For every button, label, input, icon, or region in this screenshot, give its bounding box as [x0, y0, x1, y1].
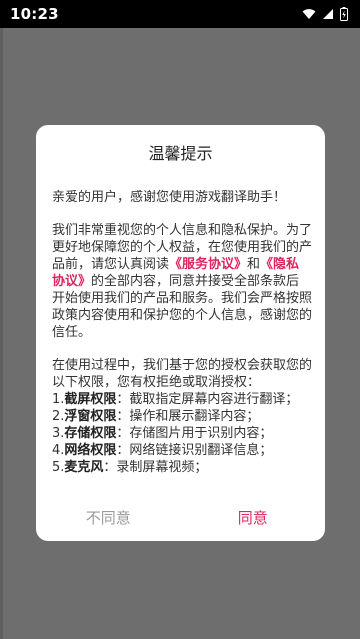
greeting-text: 亲爱的用户，感谢您使用游戏翻译助手！: [52, 190, 287, 205]
agree-button[interactable]: 同意: [181, 503, 326, 533]
permission-name: 麦克风: [64, 460, 104, 475]
status-icons: [302, 7, 348, 21]
permission-name: 截屏权限: [64, 392, 117, 407]
permission-name: 网络权限: [64, 443, 117, 458]
permission-desc: ：网络链接识别翻译信息；: [116, 443, 273, 458]
status-bar: 10:23: [0, 0, 360, 28]
permission-number: 5.: [52, 460, 65, 475]
permission-number: 3.: [52, 426, 65, 441]
permission-desc: ：操作和展示翻译内容；: [116, 409, 260, 424]
permission-desc: ：录制屏幕视频；: [103, 460, 208, 475]
wifi-icon: [302, 9, 316, 19]
permission-desc: ：存储图片用于识别内容；: [116, 426, 273, 441]
permission-item: 5.麦克风：录制屏幕视频；: [52, 459, 312, 476]
permission-item: 3.存储权限：存储图片用于识别内容；: [52, 425, 312, 442]
permission-number: 1.: [52, 392, 65, 407]
permission-number: 4.: [52, 443, 65, 458]
permission-number: 2.: [52, 409, 65, 424]
status-time: 10:23: [10, 5, 59, 23]
permission-name: 浮窗权限: [64, 409, 117, 424]
permission-item: 4.网络权限：网络链接识别翻译信息；: [52, 442, 312, 459]
dialog-content: 亲爱的用户，感谢您使用游戏翻译助手！ 我们非常重视您的个人信息和隐私保护。为了更…: [52, 189, 312, 476]
battery-icon: [340, 7, 348, 21]
permission-desc: ：截取指定屏幕内容进行翻译；: [116, 392, 299, 407]
permission-item: 1.截屏权限：截取指定屏幕内容进行翻译；: [52, 391, 312, 408]
privacy-dialog: 温馨提示 亲爱的用户，感谢您使用游戏翻译助手！ 我们非常重视您的个人信息和隐私保…: [36, 125, 325, 541]
service-agreement-link[interactable]: 《服务协议》: [169, 257, 247, 272]
and-text: 和: [247, 257, 261, 272]
privacy-text-part2: 的全部内容，同意并接受全部条款后开始使用我们的产品和服务。我们会严格按照政策内容…: [52, 274, 313, 340]
privacy-paragraph: 我们非常重视您的个人信息和隐私保护。为了更好地保障您的个人权益，在您使用我们的产…: [52, 222, 312, 341]
dialog-actions: 不同意 同意: [36, 503, 325, 533]
signal-icon: [323, 9, 333, 19]
disagree-button[interactable]: 不同意: [36, 503, 181, 533]
background-overlay-edge: [0, 28, 3, 639]
permission-name: 存储权限: [64, 426, 117, 441]
permission-item: 2.浮窗权限：操作和展示翻译内容；: [52, 408, 312, 425]
permissions-intro: 在使用过程中，我们基于您的授权会获取您的以下权限，您有权拒绝或取消授权：: [52, 358, 313, 390]
dialog-title: 温馨提示: [148, 144, 213, 163]
